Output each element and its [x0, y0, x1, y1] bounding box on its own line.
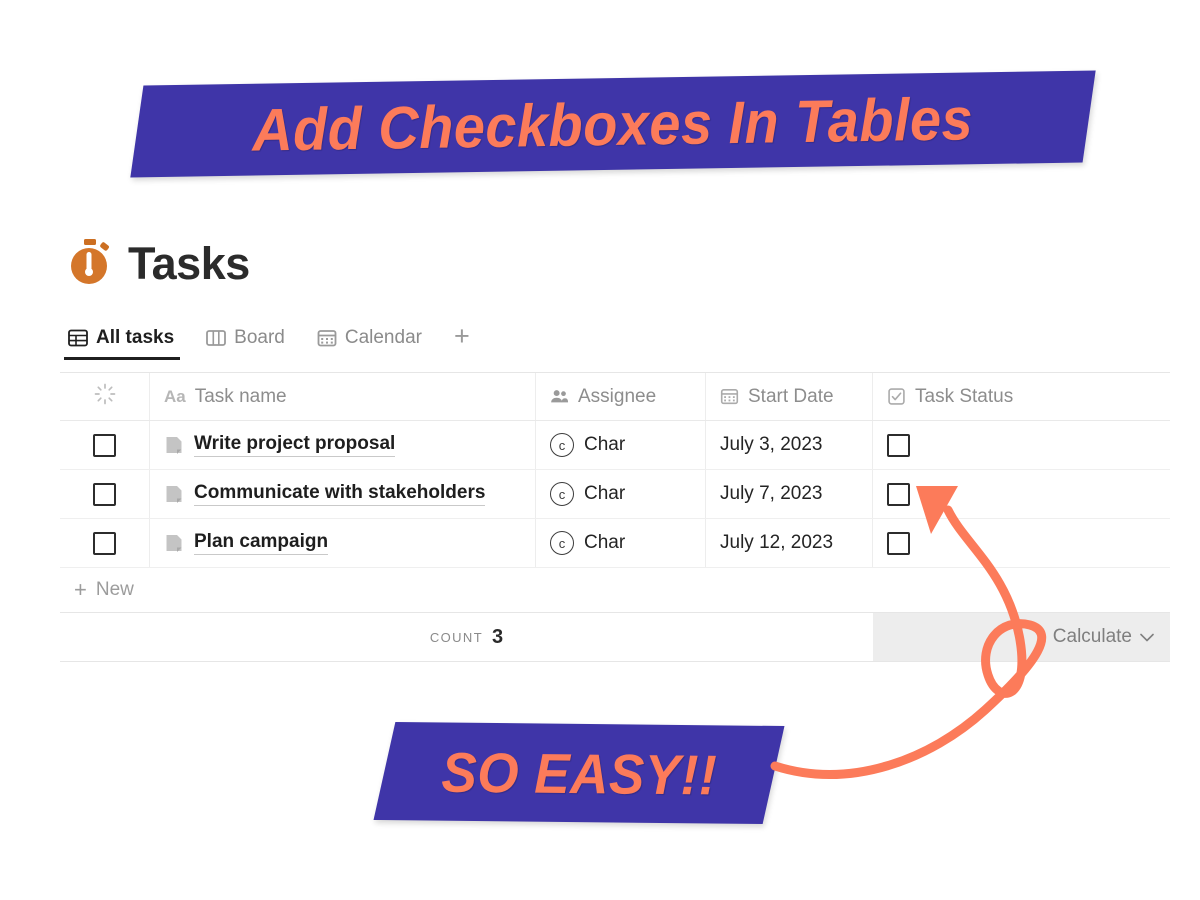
row-start-date-cell[interactable]: July 7, 2023 [706, 470, 873, 518]
tab-board[interactable]: Board [206, 325, 299, 360]
loading-spinner-icon [94, 383, 116, 411]
page-icon [164, 484, 184, 504]
stopwatch-icon [68, 238, 112, 290]
people-icon [550, 387, 569, 406]
avatar: c [550, 433, 574, 457]
tab-calendar-label: Calendar [344, 327, 422, 348]
title-banner-text: Add Checkboxes In Tables [252, 84, 974, 164]
header-start-date-label: Start Date [748, 385, 834, 407]
header-task-name-label: Task name [194, 385, 287, 407]
calculate-dropdown[interactable]: Calculate [873, 613, 1170, 661]
tab-all-tasks[interactable]: All tasks [63, 325, 188, 360]
tab-calendar[interactable]: Calendar [317, 325, 436, 360]
row-select-cell[interactable] [60, 470, 150, 518]
header-select-column [60, 373, 150, 420]
page-icon [164, 533, 184, 553]
row-start-date-cell[interactable]: July 12, 2023 [706, 519, 873, 567]
page-title: Tasks [128, 238, 250, 289]
row-select-cell[interactable] [60, 519, 150, 567]
page-icon [164, 435, 184, 455]
header-assignee-label: Assignee [578, 385, 657, 407]
title-banner: Add Checkboxes In Tables [130, 70, 1096, 178]
row-task-name-cell[interactable]: Write project proposal [150, 421, 536, 469]
tab-board-label: Board [234, 327, 285, 348]
add-new-row-label: New [95, 579, 134, 600]
task-name-label[interactable]: Plan campaign [194, 531, 329, 555]
row-select-checkbox[interactable] [93, 433, 116, 457]
avatar: c [550, 482, 574, 506]
task-status-checkbox[interactable] [887, 482, 910, 506]
calculate-label: Calculate [1052, 626, 1132, 647]
row-select-cell[interactable] [60, 421, 150, 469]
checked-box-icon [887, 387, 906, 406]
add-view-button[interactable]: + [454, 323, 470, 360]
assignee-name: Char [584, 434, 626, 455]
table-row: Plan campaign c Char July 12, 2023 [60, 519, 1170, 568]
plus-icon: + [74, 577, 87, 602]
row-start-date-cell[interactable]: July 3, 2023 [706, 421, 873, 469]
table-grid-icon [68, 328, 88, 348]
table-row: Write project proposal c Char July 3, 20… [60, 421, 1170, 470]
calendar-icon [720, 387, 739, 406]
board-columns-icon [206, 328, 227, 348]
row-task-status-cell[interactable] [873, 470, 1170, 518]
row-task-status-cell[interactable] [873, 421, 1170, 469]
header-start-date[interactable]: Start Date [706, 373, 873, 420]
so-easy-banner: SO EASY!! [373, 721, 785, 825]
header-task-name[interactable]: Aa Task name [150, 373, 536, 420]
add-new-row-button[interactable]: + New [60, 568, 1170, 613]
task-status-checkbox[interactable] [887, 531, 910, 555]
task-name-label[interactable]: Write project proposal [194, 433, 396, 457]
tasks-table: Aa Task name Assignee Start Date Task St… [60, 372, 1170, 662]
so-easy-banner-text: SO EASY!! [440, 739, 718, 807]
tab-all-tasks-label: All tasks [96, 327, 175, 348]
table-footer: COUNT 3 Calculate [60, 613, 1170, 661]
header-task-status[interactable]: Task Status [873, 373, 1170, 420]
assignee-name: Char [584, 483, 626, 504]
page-header: Tasks [68, 238, 250, 290]
row-select-checkbox[interactable] [93, 482, 116, 506]
table-row: Communicate with stakeholders c Char Jul… [60, 470, 1170, 519]
row-task-name-cell[interactable]: Plan campaign [150, 519, 536, 567]
row-task-name-cell[interactable]: Communicate with stakeholders [150, 470, 536, 518]
count-summary[interactable]: COUNT 3 [60, 613, 873, 661]
row-select-checkbox[interactable] [93, 531, 116, 555]
header-task-status-label: Task Status [915, 385, 1014, 407]
count-label: COUNT [429, 629, 484, 645]
view-tabs: All tasks Board Calendar + [63, 323, 470, 360]
chevron-down-icon [1140, 633, 1154, 642]
table-header-row: Aa Task name Assignee Start Date Task St… [60, 373, 1170, 421]
row-assignee-cell[interactable]: c Char [536, 470, 706, 518]
calendar-icon [317, 328, 337, 348]
aa-text-icon: Aa [164, 386, 186, 406]
row-task-status-cell[interactable] [873, 519, 1170, 567]
row-assignee-cell[interactable]: c Char [536, 519, 706, 567]
row-assignee-cell[interactable]: c Char [536, 421, 706, 469]
task-name-label[interactable]: Communicate with stakeholders [194, 482, 486, 506]
task-status-checkbox[interactable] [887, 433, 910, 457]
count-value: 3 [492, 625, 504, 648]
avatar: c [550, 531, 574, 555]
header-assignee[interactable]: Assignee [536, 373, 706, 420]
assignee-name: Char [584, 532, 626, 553]
